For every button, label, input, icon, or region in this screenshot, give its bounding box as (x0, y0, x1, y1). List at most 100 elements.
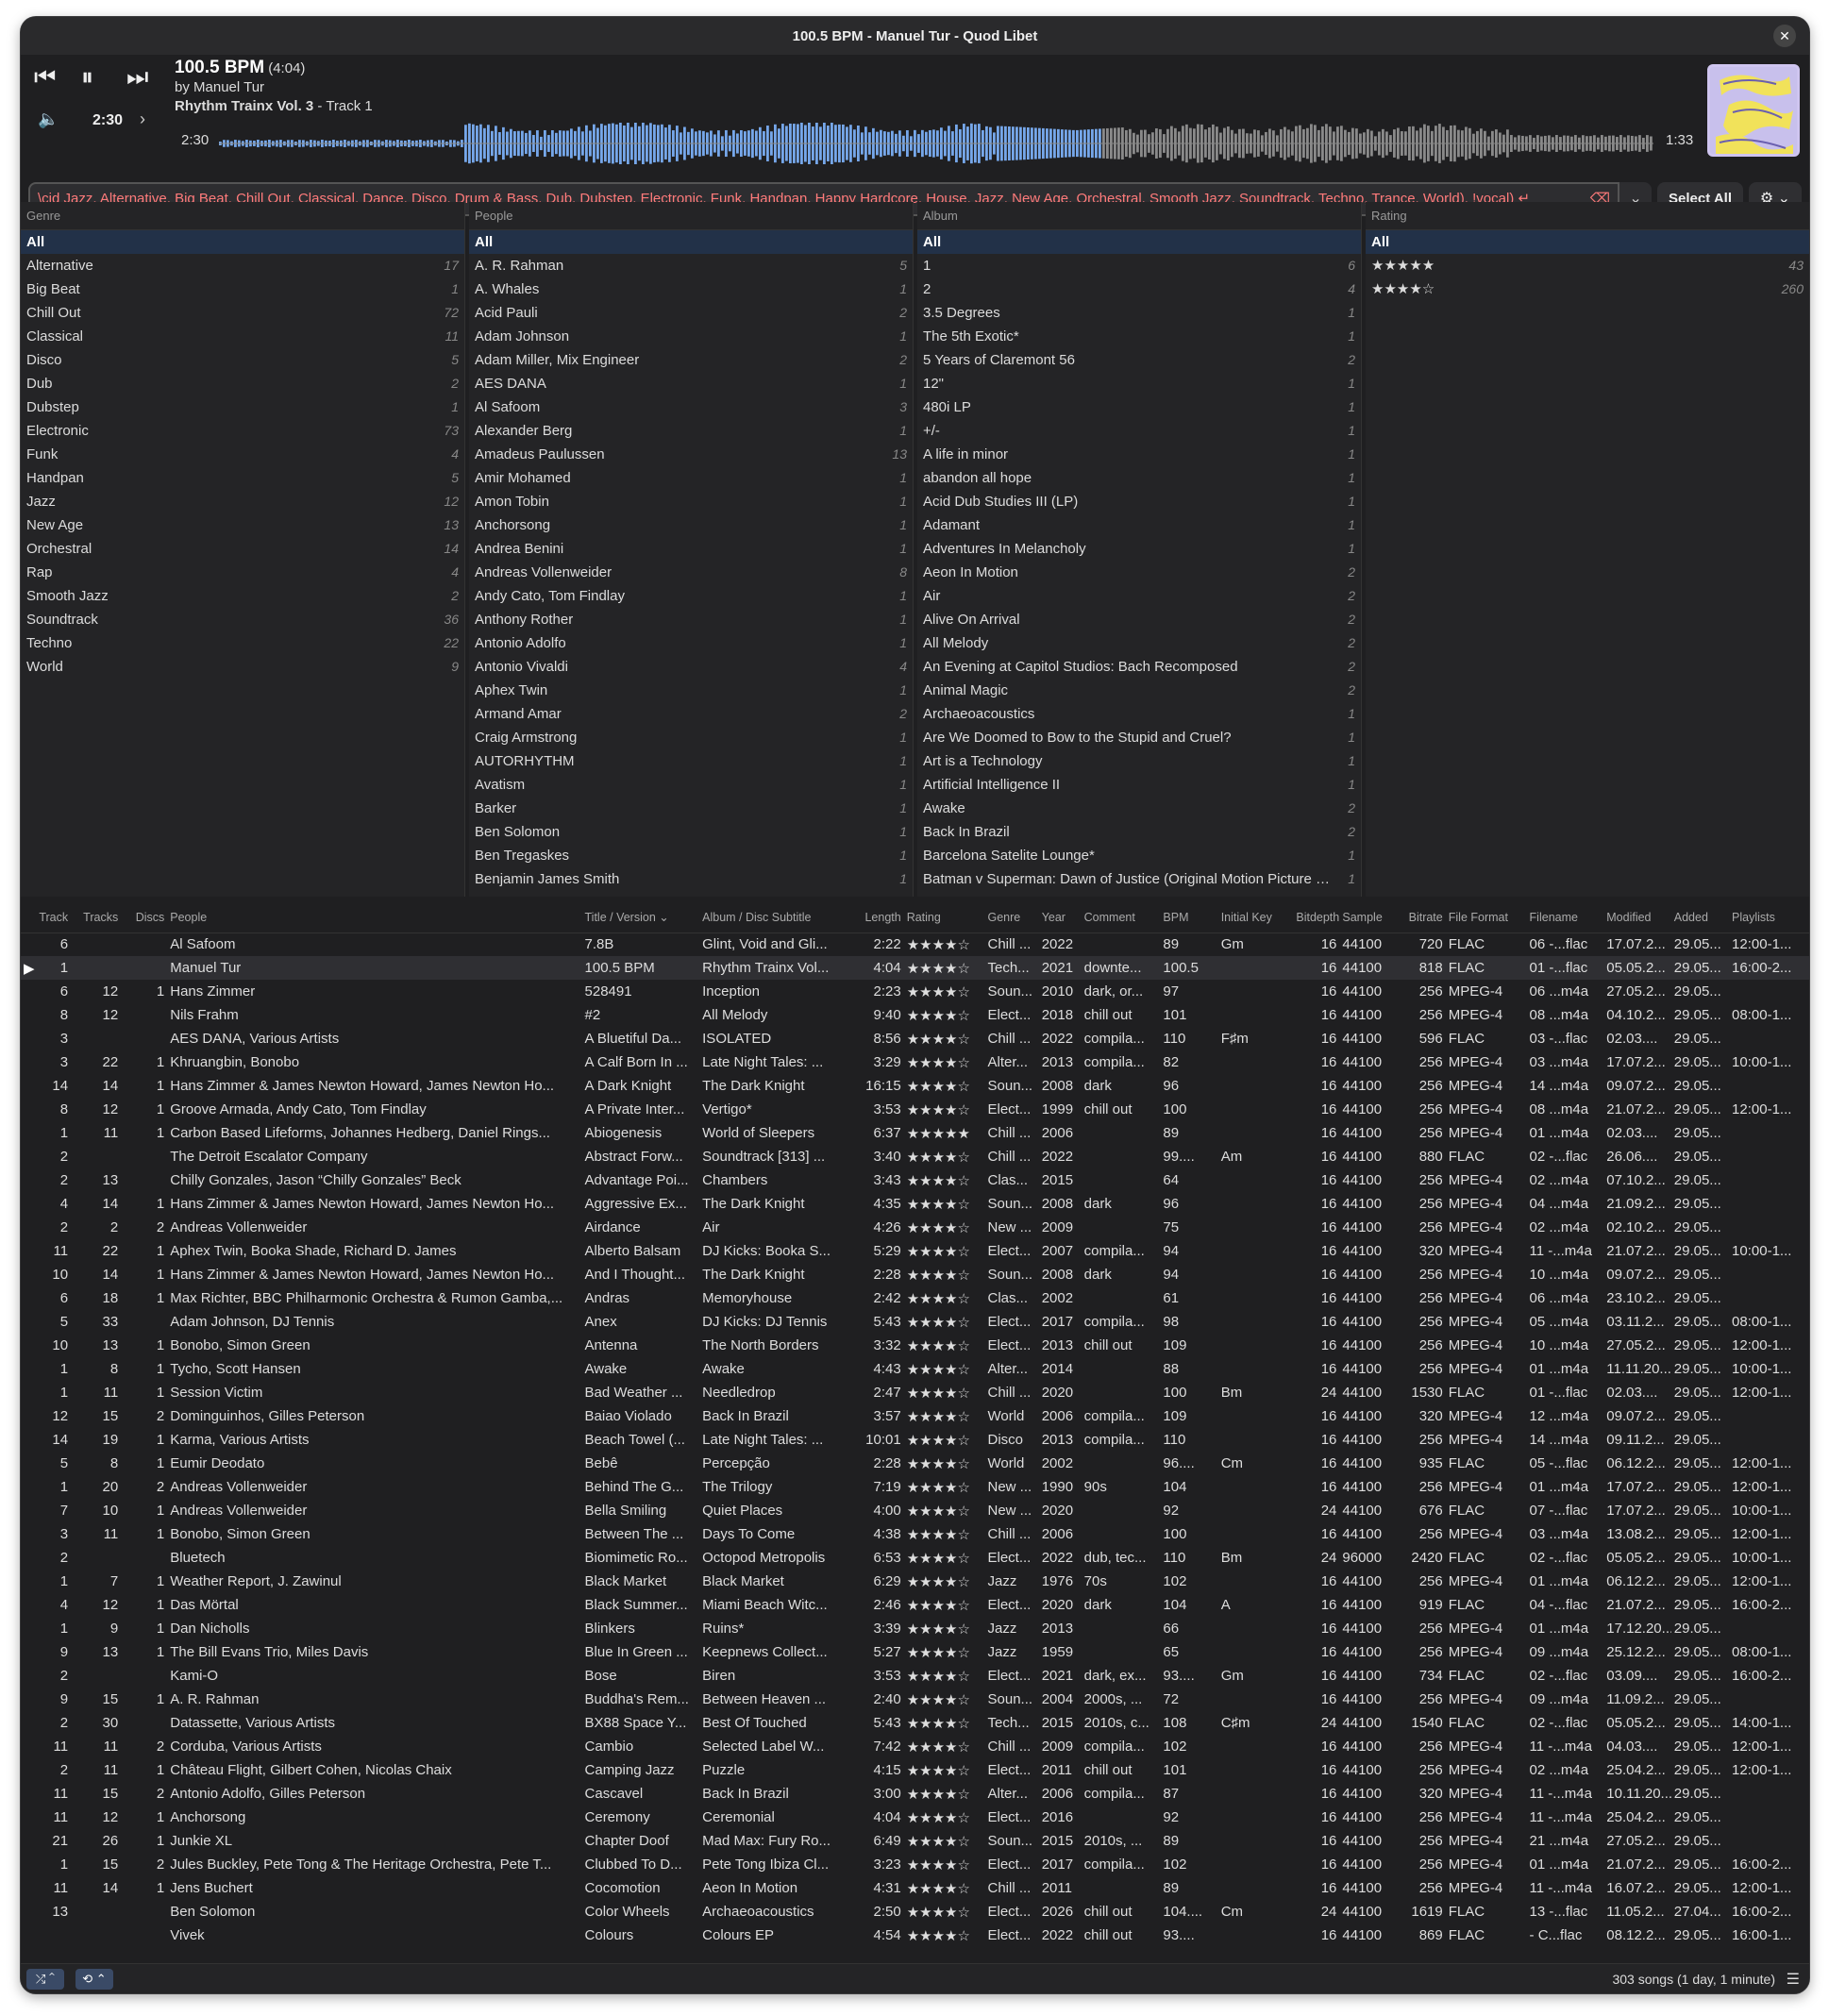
people-list-item[interactable]: Craig Armstrong 1 (469, 726, 913, 749)
album-list-item[interactable]: Adamant 1 (917, 513, 1361, 537)
table-row[interactable]: 1 7 1 Weather Report, J. Zawinul Black Marke… (21, 1570, 1809, 1593)
chevron-right-icon[interactable]: › (140, 109, 145, 129)
column-header[interactable]: Bitdepth (1293, 902, 1340, 933)
waveform-seekbar[interactable] (219, 123, 1653, 164)
genre-list-item[interactable]: Orchestral 14 (21, 537, 464, 561)
shuffle-icon[interactable]: ⤮ ⌃ (26, 1969, 64, 1990)
album-list-item[interactable]: abandon all hope 1 (917, 466, 1361, 490)
column-header[interactable]: Modified (1603, 902, 1671, 933)
album-list-item[interactable]: 5 Years of Claremont 56 2 (917, 348, 1361, 372)
volume-icon[interactable]: 🔈 (38, 109, 59, 129)
table-row[interactable]: 4 14 1 Hans Zimmer & James Newton Howard, J… (21, 1192, 1809, 1216)
table-row[interactable]: 13 Ben Solomon Color Wheels Archaeoacoustic… (21, 1900, 1809, 1924)
table-row[interactable]: 14 14 1 Hans Zimmer & James Newton Howard, … (21, 1074, 1809, 1098)
table-row[interactable]: 7 10 1 Andreas Vollenweider Bella Smiling Qui… (21, 1499, 1809, 1522)
table-row[interactable]: 11 22 1 Aphex Twin, Booka Shade, Richard D.… (21, 1239, 1809, 1263)
genre-list-item[interactable]: Techno 22 (21, 631, 464, 655)
people-list-item[interactable]: A. R. Rahman 5 (469, 254, 913, 277)
genre-all[interactable]: All (21, 230, 464, 254)
people-list-item[interactable]: Andy Cato, Tom Findlay 1 (469, 584, 913, 608)
table-row[interactable]: 5 8 1 Eumir Deodato Bebê Percepção 2:28 ★★★★☆ Wo… (21, 1452, 1809, 1475)
table-row[interactable]: 2 Kami-O Bose Biren 3:53 ★★★★☆ Elect... 2021 dar… (21, 1664, 1809, 1688)
rating-header[interactable]: Rating (1366, 202, 1809, 230)
people-list-item[interactable]: Amon Tobin 1 (469, 490, 913, 513)
column-header[interactable]: Album / Disc Subtitle (699, 902, 848, 933)
genre-header[interactable]: Genre (21, 202, 464, 230)
album-list-item[interactable]: Air 2 (917, 584, 1361, 608)
people-list-item[interactable]: Barker 1 (469, 797, 913, 820)
genre-list-item[interactable]: Handpan 5 (21, 466, 464, 490)
people-list-item[interactable]: Armand Amar 2 (469, 702, 913, 726)
genre-list-item[interactable]: Disco 5 (21, 348, 464, 372)
table-row[interactable]: 3 11 1 Bonobo, Simon Green Between The ... Da… (21, 1522, 1809, 1546)
table-row[interactable]: 1 20 2 Andreas Vollenweider Behind The G... T… (21, 1475, 1809, 1499)
column-header[interactable]: Tracks (71, 902, 122, 933)
genre-list-item[interactable]: Dubstep 1 (21, 395, 464, 419)
column-header[interactable]: Added (1670, 902, 1730, 933)
genre-list-item[interactable]: Dub 2 (21, 372, 464, 395)
people-list-item[interactable]: Aphex Twin 1 (469, 679, 913, 702)
column-header[interactable]: Initial Key (1217, 902, 1294, 933)
album-list-item[interactable]: Batman v Superman: Dawn of Justice (Orig… (917, 867, 1361, 891)
people-list-item[interactable]: Amadeus Paulussen 13 (469, 443, 913, 466)
column-header[interactable]: Rating (903, 902, 985, 933)
column-header[interactable]: BPM (1160, 902, 1218, 933)
previous-icon[interactable]: ⏮ (34, 62, 56, 92)
repeat-icon[interactable]: ⟲ ⌃ (76, 1969, 113, 1990)
song-list[interactable]: Track Tracks Discs People Title / Version ⌄ A… (21, 902, 1809, 1963)
people-list-item[interactable]: Antonio Adolfo 1 (469, 631, 913, 655)
album-list-item[interactable]: Alive On Arrival 2 (917, 608, 1361, 631)
column-header[interactable]: File Format (1445, 902, 1527, 933)
table-row[interactable]: 12 15 2 Dominguinhos, Gilles Peterson Baiao … (21, 1404, 1809, 1428)
column-header[interactable]: Track (21, 902, 72, 933)
album-list-item[interactable]: A life in minor 1 (917, 443, 1361, 466)
column-header[interactable]: Bitrate (1395, 902, 1446, 933)
table-row[interactable]: 6 12 1 Hans Zimmer 528491 Inception 2:23 ★★★★☆ S… (21, 980, 1809, 1003)
column-header[interactable]: Filename (1526, 902, 1604, 933)
album-list-item[interactable]: The 5th Exotic* 1 (917, 325, 1361, 348)
close-button[interactable]: ✕ (1773, 25, 1796, 47)
people-list-item[interactable]: Anchorsong 1 (469, 513, 913, 537)
column-header[interactable]: Length (847, 902, 904, 933)
table-row[interactable]: 9 13 1 The Bill Evans Trio, Miles Davis Blue… (21, 1640, 1809, 1664)
next-icon[interactable]: ⏭ (126, 62, 148, 92)
table-row[interactable]: 6 18 1 Max Richter, BBC Philharmonic Orches… (21, 1286, 1809, 1310)
album-list-item[interactable]: 24 (917, 277, 1361, 301)
queue-icon[interactable]: ☰ (1787, 1970, 1800, 1989)
people-list-item[interactable]: Andrea Benini 1 (469, 537, 913, 561)
people-list-item[interactable]: Amir Mohamed 1 (469, 466, 913, 490)
rating-list-item[interactable]: ★★★★☆ 260 (1366, 277, 1809, 301)
genre-list-item[interactable]: Big Beat 1 (21, 277, 464, 301)
table-row[interactable]: Vivek Colours Colours EP 4:54 ★★★★☆ Elect... 2… (21, 1924, 1809, 1947)
table-row[interactable]: 5 33 Adam Johnson, DJ Tennis Anex DJ Kicks: … (21, 1310, 1809, 1334)
table-row[interactable]: 11 15 2 Antonio Adolfo, Gilles Peterson Casc… (21, 1782, 1809, 1806)
table-row[interactable]: 2 13 Chilly Gonzales, Jason “Chilly Gonzal… (21, 1168, 1809, 1192)
genre-list-item[interactable]: Soundtrack 36 (21, 608, 464, 631)
column-header[interactable]: Comment (1081, 902, 1161, 933)
album-list-item[interactable]: All Melody 2 (917, 631, 1361, 655)
genre-list-item[interactable]: Chill Out 72 (21, 301, 464, 325)
column-header[interactable]: Year (1038, 902, 1082, 933)
people-list-item[interactable]: Avatism 1 (469, 773, 913, 797)
genre-list-item[interactable]: Funk 4 (21, 443, 464, 466)
table-row[interactable]: 1 15 2 Jules Buckley, Pete Tong & The Herit… (21, 1853, 1809, 1876)
rating-list-item[interactable]: ★★★★★ 43 (1366, 254, 1809, 277)
table-row[interactable]: 4 12 1 Das Mörtal Black Summer... Miami Beach… (21, 1593, 1809, 1617)
album-header[interactable]: Album (917, 202, 1361, 230)
column-header[interactable]: Genre (984, 902, 1039, 933)
column-header[interactable]: Playlists (1729, 902, 1809, 933)
album-list-item[interactable]: Artificial Intelligence II 1 (917, 773, 1361, 797)
table-row[interactable]: 2 11 1 Château Flight, Gilbert Cohen, Nicol… (21, 1758, 1809, 1782)
table-row[interactable]: 11 14 1 Jens Buchert Cocomotion Aeon In Motio… (21, 1876, 1809, 1900)
column-header[interactable]: People (167, 902, 582, 933)
table-row[interactable]: 2 2 2 Andreas Vollenweider Airdance Air 4:26 ★★… (21, 1216, 1809, 1239)
genre-list-item[interactable]: Alternative 17 (21, 254, 464, 277)
album-list-item[interactable]: 16 (917, 254, 1361, 277)
people-list-item[interactable]: Andreas Vollenweider 8 (469, 561, 913, 584)
album-list-item[interactable]: An Evening at Capitol Studios: Bach Reco… (917, 655, 1361, 679)
table-row[interactable]: 1 9 1 Dan Nicholls Blinkers Ruins* 3:39 ★★★★☆ Ja… (21, 1617, 1809, 1640)
table-row[interactable]: 8 12 1 Groove Armada, Andy Cato, Tom Findla… (21, 1098, 1809, 1121)
rating-all[interactable]: All (1366, 230, 1809, 254)
people-list-item[interactable]: Ben Tregaskes 1 (469, 844, 913, 867)
people-list-item[interactable]: Ben Solomon 1 (469, 820, 913, 844)
